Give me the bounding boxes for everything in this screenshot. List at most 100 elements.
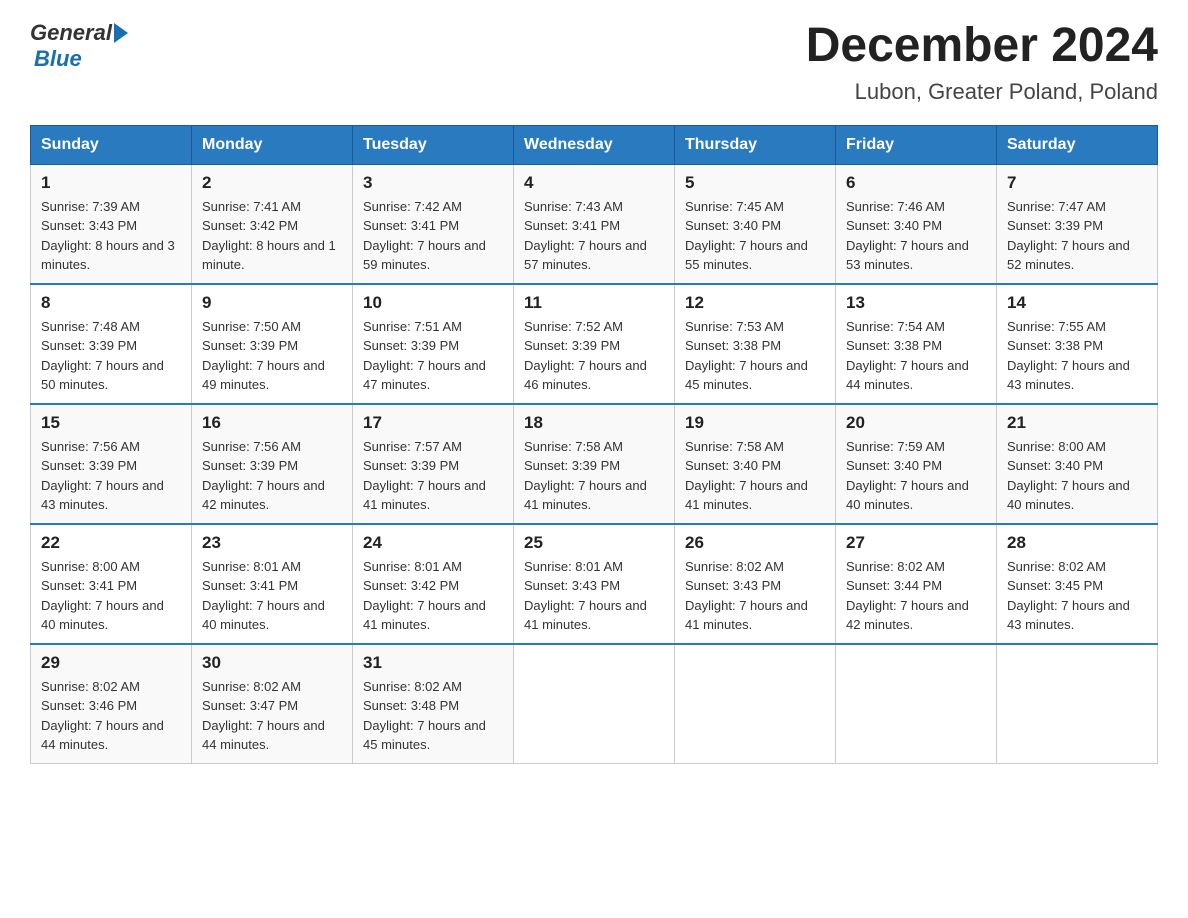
day-info: Sunrise: 8:02 AMSunset: 3:44 PMDaylight:… xyxy=(846,557,986,635)
day-number: 19 xyxy=(685,413,825,433)
day-number: 17 xyxy=(363,413,503,433)
day-info: Sunrise: 7:56 AMSunset: 3:39 PMDaylight:… xyxy=(41,437,181,515)
day-info: Sunrise: 8:00 AMSunset: 3:41 PMDaylight:… xyxy=(41,557,181,635)
day-header-sunday: Sunday xyxy=(31,125,192,164)
calendar-cell xyxy=(836,644,997,764)
day-number: 11 xyxy=(524,293,664,313)
day-header-row: SundayMondayTuesdayWednesdayThursdayFrid… xyxy=(31,125,1158,164)
day-header-thursday: Thursday xyxy=(675,125,836,164)
month-year-title: December 2024 xyxy=(806,20,1158,73)
day-header-tuesday: Tuesday xyxy=(353,125,514,164)
calendar-cell: 24 Sunrise: 8:01 AMSunset: 3:42 PMDayligh… xyxy=(353,524,514,644)
location-subtitle: Lubon, Greater Poland, Poland xyxy=(806,79,1158,105)
day-number: 28 xyxy=(1007,533,1147,553)
day-info: Sunrise: 8:02 AMSunset: 3:48 PMDaylight:… xyxy=(363,677,503,755)
day-number: 22 xyxy=(41,533,181,553)
day-number: 20 xyxy=(846,413,986,433)
calendar-cell: 21Sunrise: 8:00 AMSunset: 3:40 PMDayligh… xyxy=(997,404,1158,524)
calendar-cell: 9Sunrise: 7:50 AMSunset: 3:39 PMDaylight… xyxy=(192,284,353,404)
day-number: 23 xyxy=(202,533,342,553)
day-header-saturday: Saturday xyxy=(997,125,1158,164)
title-area: December 2024 Lubon, Greater Poland, Pol… xyxy=(806,20,1158,105)
day-number: 16 xyxy=(202,413,342,433)
calendar-table: SundayMondayTuesdayWednesdayThursdayFrid… xyxy=(30,125,1158,764)
day-header-monday: Monday xyxy=(192,125,353,164)
calendar-cell: 5 Sunrise: 7:45 AMSunset: 3:40 PMDaylight… xyxy=(675,164,836,284)
calendar-cell: 20 Sunrise: 7:59 AMSunset: 3:40 PMDayligh… xyxy=(836,404,997,524)
calendar-cell: 27Sunrise: 8:02 AMSunset: 3:44 PMDayligh… xyxy=(836,524,997,644)
day-info: Sunrise: 8:01 AMSunset: 3:42 PMDaylight:… xyxy=(363,557,503,635)
day-number: 26 xyxy=(685,533,825,553)
calendar-cell: 3Sunrise: 7:42 AMSunset: 3:41 PMDaylight… xyxy=(353,164,514,284)
day-number: 15 xyxy=(41,413,181,433)
day-number: 7 xyxy=(1007,173,1147,193)
day-info: Sunrise: 7:52 AMSunset: 3:39 PMDaylight:… xyxy=(524,317,664,395)
day-info: Sunrise: 7:51 AMSunset: 3:39 PMDaylight:… xyxy=(363,317,503,395)
day-info: Sunrise: 7:46 AMSunset: 3:40 PMDaylight:… xyxy=(846,197,986,275)
day-info: Sunrise: 7:41 AMSunset: 3:42 PMDaylight:… xyxy=(202,197,342,275)
day-info: Sunrise: 7:58 AMSunset: 3:40 PMDaylight:… xyxy=(685,437,825,515)
calendar-cell: 23 Sunrise: 8:01 AMSunset: 3:41 PMDayligh… xyxy=(192,524,353,644)
calendar-cell: 12 Sunrise: 7:53 AMSunset: 3:38 PMDayligh… xyxy=(675,284,836,404)
day-info: Sunrise: 7:59 AMSunset: 3:40 PMDaylight:… xyxy=(846,437,986,515)
calendar-cell: 14Sunrise: 7:55 AMSunset: 3:38 PMDayligh… xyxy=(997,284,1158,404)
day-info: Sunrise: 8:02 AMSunset: 3:47 PMDaylight:… xyxy=(202,677,342,755)
calendar-cell: 10 Sunrise: 7:51 AMSunset: 3:39 PMDayligh… xyxy=(353,284,514,404)
day-info: Sunrise: 7:45 AMSunset: 3:40 PMDaylight:… xyxy=(685,197,825,275)
calendar-cell: 26Sunrise: 8:02 AMSunset: 3:43 PMDayligh… xyxy=(675,524,836,644)
day-number: 25 xyxy=(524,533,664,553)
calendar-cell xyxy=(997,644,1158,764)
day-info: Sunrise: 7:57 AMSunset: 3:39 PMDaylight:… xyxy=(363,437,503,515)
day-number: 1 xyxy=(41,173,181,193)
day-number: 21 xyxy=(1007,413,1147,433)
day-number: 3 xyxy=(363,173,503,193)
day-info: Sunrise: 7:50 AMSunset: 3:39 PMDaylight:… xyxy=(202,317,342,395)
calendar-cell: 15 Sunrise: 7:56 AMSunset: 3:39 PMDayligh… xyxy=(31,404,192,524)
day-info: Sunrise: 7:47 AMSunset: 3:39 PMDaylight:… xyxy=(1007,197,1147,275)
day-number: 31 xyxy=(363,653,503,673)
calendar-cell: 6Sunrise: 7:46 AMSunset: 3:40 PMDaylight… xyxy=(836,164,997,284)
calendar-week-row: 15 Sunrise: 7:56 AMSunset: 3:39 PMDayligh… xyxy=(31,404,1158,524)
calendar-cell: 16 Sunrise: 7:56 AMSunset: 3:39 PMDayligh… xyxy=(192,404,353,524)
calendar-cell xyxy=(514,644,675,764)
calendar-cell: 29Sunrise: 8:02 AMSunset: 3:46 PMDayligh… xyxy=(31,644,192,764)
calendar-week-row: 22 Sunrise: 8:00 AMSunset: 3:41 PMDayligh… xyxy=(31,524,1158,644)
calendar-week-row: 1 Sunrise: 7:39 AMSunset: 3:43 PMDaylight… xyxy=(31,164,1158,284)
logo-arrow-icon xyxy=(114,23,128,43)
day-info: Sunrise: 7:48 AMSunset: 3:39 PMDaylight:… xyxy=(41,317,181,395)
day-info: Sunrise: 7:53 AMSunset: 3:38 PMDaylight:… xyxy=(685,317,825,395)
day-number: 8 xyxy=(41,293,181,313)
day-info: Sunrise: 7:56 AMSunset: 3:39 PMDaylight:… xyxy=(202,437,342,515)
day-number: 30 xyxy=(202,653,342,673)
day-info: Sunrise: 7:39 AMSunset: 3:43 PMDaylight:… xyxy=(41,197,181,275)
calendar-cell: 8 Sunrise: 7:48 AMSunset: 3:39 PMDaylight… xyxy=(31,284,192,404)
calendar-cell: 22 Sunrise: 8:00 AMSunset: 3:41 PMDayligh… xyxy=(31,524,192,644)
calendar-week-row: 29Sunrise: 8:02 AMSunset: 3:46 PMDayligh… xyxy=(31,644,1158,764)
day-number: 2 xyxy=(202,173,342,193)
day-info: Sunrise: 7:43 AMSunset: 3:41 PMDaylight:… xyxy=(524,197,664,275)
page-header: General Blue December 2024 Lubon, Greate… xyxy=(30,20,1158,105)
day-number: 5 xyxy=(685,173,825,193)
day-number: 24 xyxy=(363,533,503,553)
day-number: 18 xyxy=(524,413,664,433)
calendar-cell: 2 Sunrise: 7:41 AMSunset: 3:42 PMDaylight… xyxy=(192,164,353,284)
day-info: Sunrise: 7:58 AMSunset: 3:39 PMDaylight:… xyxy=(524,437,664,515)
calendar-cell: 13 Sunrise: 7:54 AMSunset: 3:38 PMDayligh… xyxy=(836,284,997,404)
logo-general: General xyxy=(30,20,112,46)
day-header-wednesday: Wednesday xyxy=(514,125,675,164)
day-number: 13 xyxy=(846,293,986,313)
day-info: Sunrise: 8:01 AMSunset: 3:41 PMDaylight:… xyxy=(202,557,342,635)
logo: General Blue xyxy=(30,20,128,72)
calendar-week-row: 8 Sunrise: 7:48 AMSunset: 3:39 PMDaylight… xyxy=(31,284,1158,404)
calendar-cell: 30 Sunrise: 8:02 AMSunset: 3:47 PMDayligh… xyxy=(192,644,353,764)
calendar-cell xyxy=(675,644,836,764)
day-info: Sunrise: 7:54 AMSunset: 3:38 PMDaylight:… xyxy=(846,317,986,395)
calendar-cell: 18 Sunrise: 7:58 AMSunset: 3:39 PMDayligh… xyxy=(514,404,675,524)
calendar-cell: 1 Sunrise: 7:39 AMSunset: 3:43 PMDaylight… xyxy=(31,164,192,284)
day-number: 10 xyxy=(363,293,503,313)
day-number: 12 xyxy=(685,293,825,313)
calendar-cell: 17 Sunrise: 7:57 AMSunset: 3:39 PMDayligh… xyxy=(353,404,514,524)
calendar-cell: 28Sunrise: 8:02 AMSunset: 3:45 PMDayligh… xyxy=(997,524,1158,644)
logo-blue: Blue xyxy=(34,46,82,71)
calendar-cell: 31 Sunrise: 8:02 AMSunset: 3:48 PMDayligh… xyxy=(353,644,514,764)
